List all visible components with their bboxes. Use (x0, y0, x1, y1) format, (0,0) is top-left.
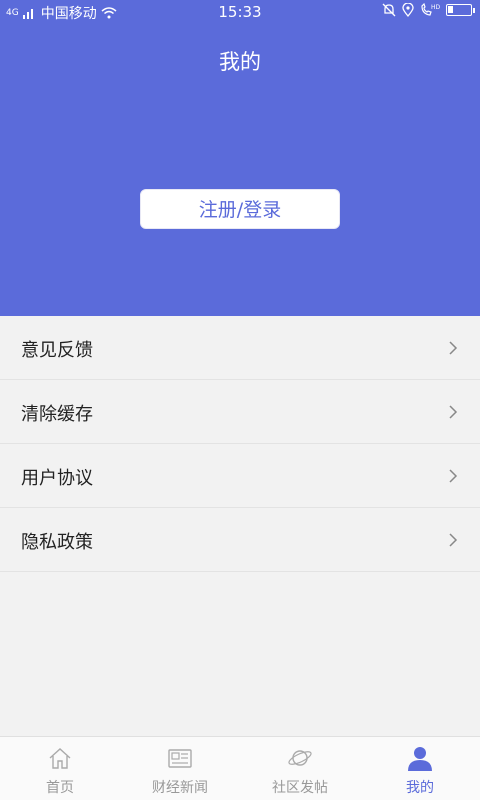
profile-header: 4G 中国移动 15:33 HD 我的 注册/登录 (0, 0, 480, 316)
battery-icon (446, 4, 475, 16)
chevron-right-icon (449, 341, 458, 355)
menu-item-label: 用户协议 (21, 468, 93, 489)
tab-finance-news[interactable]: 财经新闻 (120, 737, 240, 800)
chevron-right-icon (449, 533, 458, 547)
svg-text:HD: HD (431, 4, 440, 11)
settings-menu: 意见反馈 清除缓存 用户协议 隐私政策 (0, 316, 480, 572)
menu-item-clear-cache[interactable]: 清除缓存 (0, 380, 480, 444)
page-title: 我的 (219, 50, 261, 74)
tab-home[interactable]: 首页 (0, 737, 120, 800)
status-bar: 4G 中国移动 15:33 HD (0, 0, 480, 24)
menu-item-user-agreement[interactable]: 用户协议 (0, 444, 480, 508)
mute-icon (382, 3, 396, 17)
tab-mine[interactable]: 我的 (360, 737, 480, 800)
menu-item-feedback[interactable]: 意见反馈 (0, 316, 480, 380)
menu-item-label: 隐私政策 (21, 532, 93, 553)
menu-item-privacy-policy[interactable]: 隐私政策 (0, 508, 480, 572)
tab-label: 首页 (46, 780, 74, 796)
planet-icon (288, 750, 312, 766)
tab-label: 财经新闻 (152, 780, 208, 796)
hd-call-icon: HD (421, 3, 440, 16)
menu-item-label: 清除缓存 (21, 404, 93, 425)
status-right: HD (382, 3, 475, 17)
chevron-right-icon (449, 469, 458, 483)
home-icon (49, 748, 71, 769)
news-icon (168, 749, 192, 768)
bottom-tab-bar: 首页 财经新闻 社区发帖 我的 (0, 736, 480, 800)
chevron-right-icon (449, 405, 458, 419)
menu-item-label: 意见反馈 (21, 340, 93, 361)
tab-label: 我的 (406, 780, 434, 796)
location-icon (402, 3, 414, 17)
user-icon (408, 747, 432, 771)
tab-label: 社区发帖 (272, 780, 328, 796)
register-login-button[interactable]: 注册/登录 (140, 189, 340, 229)
tab-community-post[interactable]: 社区发帖 (240, 737, 360, 800)
